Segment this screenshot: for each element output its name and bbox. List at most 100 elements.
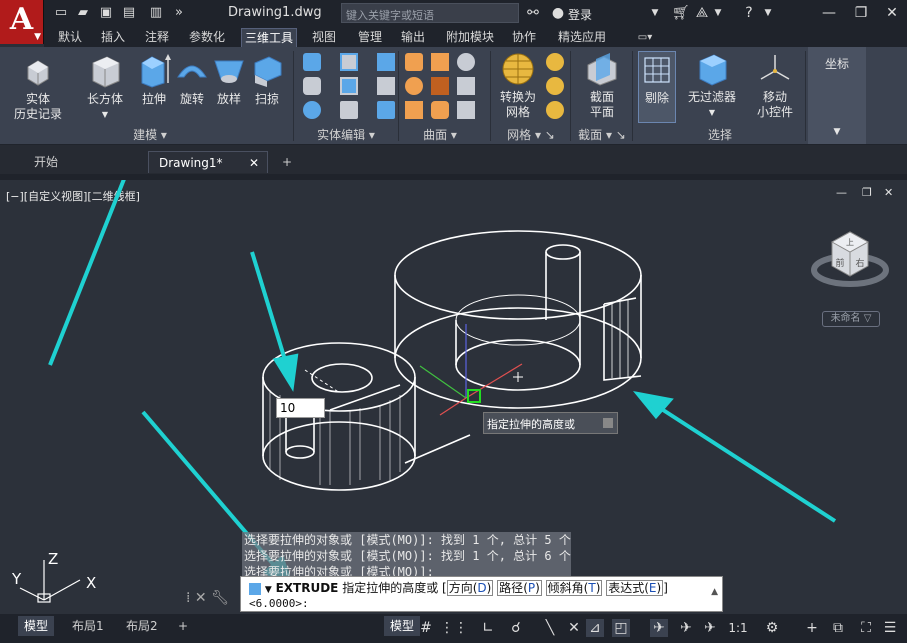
surface-fillet-icon[interactable] xyxy=(431,101,449,119)
open-file-icon[interactable]: ▰ xyxy=(74,5,92,21)
application-menu-button[interactable]: A ▼ xyxy=(0,0,44,44)
3d-osnap-icon[interactable]: ◰ xyxy=(612,619,630,637)
tab-drawing1[interactable]: Drawing1* ✕ xyxy=(148,151,268,173)
add-layout-button[interactable]: + xyxy=(172,616,194,636)
tab-annotate[interactable]: 注释 xyxy=(143,28,171,47)
surface-loft-icon[interactable] xyxy=(431,53,449,71)
mesh-smooth-more-icon[interactable] xyxy=(546,53,564,71)
grid-icon[interactable]: # xyxy=(418,619,434,637)
ribbon-toggle-icon[interactable]: ▭▾ xyxy=(632,28,658,47)
section-panel-title[interactable]: 截面 ▾ ↘ xyxy=(574,127,630,143)
login-dropdown-icon[interactable]: ▼ xyxy=(650,4,660,22)
command-input[interactable]: <6.0000>: xyxy=(249,597,309,610)
no-filter-button[interactable]: 无过滤器 ▼ xyxy=(684,51,740,120)
tab-parametric[interactable]: 参数化 xyxy=(186,28,228,47)
loft-button[interactable]: 放样 xyxy=(209,53,249,107)
surface-blend-icon[interactable] xyxy=(405,77,423,95)
tab-start[interactable]: 开始 xyxy=(24,151,124,173)
object-snap-tracking-icon[interactable]: ✕ xyxy=(566,619,582,637)
polar-icon[interactable]: ☌ xyxy=(508,619,524,637)
close-tab-icon[interactable]: ✕ xyxy=(249,152,259,174)
ortho-icon[interactable]: ∟ xyxy=(480,619,496,637)
help-dropdown-icon[interactable]: ▼ xyxy=(763,4,773,22)
coordinates-expand-icon[interactable]: ▼ xyxy=(808,127,866,137)
modeling-panel-title[interactable]: 建模 ▾ xyxy=(120,127,180,143)
annotation-visibility-icon[interactable]: ✈︎ xyxy=(650,619,668,637)
auto-scale-icon[interactable]: ✈︎ xyxy=(678,619,694,637)
tab-collaborate[interactable]: 协作 xyxy=(510,28,538,47)
new-tab-button[interactable]: + xyxy=(276,151,300,173)
mesh-refine-icon[interactable] xyxy=(546,101,564,119)
command-line[interactable]: ▼ EXTRUDE 指定拉伸的高度或 [方向(D) 路径(P) 倾斜角(T) 表… xyxy=(240,576,723,612)
search-input[interactable]: 键入关键字或短语 xyxy=(341,3,519,23)
isodraft-icon[interactable]: ╲ xyxy=(542,619,558,637)
slice-icon[interactable] xyxy=(340,77,358,95)
tab-3d-tools[interactable]: 三维工具 xyxy=(241,28,297,47)
surface-extend-icon[interactable] xyxy=(457,77,475,95)
cart-icon[interactable]: 🛒︎ xyxy=(672,4,690,22)
save-as-icon[interactable]: ▤ xyxy=(120,5,138,21)
extrude-button[interactable]: 拉伸 xyxy=(134,53,174,107)
thicken-icon[interactable] xyxy=(377,77,395,95)
annotation-scale-icon[interactable]: ✈︎ xyxy=(702,619,718,637)
save-icon[interactable]: ▣ xyxy=(97,5,115,21)
dynamic-input-field[interactable]: 10 xyxy=(276,398,325,418)
tab-manage[interactable]: 管理 xyxy=(356,28,384,47)
tab-layout2[interactable]: 布局2 xyxy=(120,616,164,636)
subtract-icon[interactable] xyxy=(340,53,358,71)
fullscreen-icon[interactable]: ⛶ xyxy=(858,619,874,637)
model-space-button[interactable]: 模型 xyxy=(384,616,421,636)
customize-menu-icon[interactable]: ☰ xyxy=(882,619,898,637)
option-expression[interactable]: 表达式(E) xyxy=(606,580,664,596)
mesh-panel-title[interactable]: 网格 ▾ ↘ xyxy=(496,127,566,143)
sweep-button[interactable]: 扫掠 xyxy=(247,53,287,107)
tab-layout1[interactable]: 布局1 xyxy=(66,616,110,636)
login-link[interactable]: 登录 xyxy=(568,6,592,23)
option-direction[interactable]: 方向(D) xyxy=(446,580,494,596)
tab-featured-apps[interactable]: 精选应用 xyxy=(554,28,610,47)
user-icon[interactable]: ● xyxy=(550,4,566,22)
close-button[interactable]: ✕ xyxy=(881,3,903,23)
drawing-viewport[interactable]: [−][自定义视图][二维线框] — ❐ ✕ 上 前 右 Z X Y 未命名 ▽… xyxy=(0,174,907,614)
imprint-icon[interactable] xyxy=(340,101,358,119)
option-taper-angle[interactable]: 倾斜角(T) xyxy=(545,580,603,596)
command-line-grip[interactable]: ⁞ ✕ 🔧︎ xyxy=(186,590,229,606)
tab-default[interactable]: 默认 xyxy=(56,28,84,47)
surface-trim-icon[interactable] xyxy=(457,53,475,71)
option-path[interactable]: 路径(P) xyxy=(497,580,542,596)
tab-view[interactable]: 视图 xyxy=(310,28,338,47)
new-file-icon[interactable]: ▭ xyxy=(52,5,70,21)
help-icon[interactable]: ? xyxy=(740,4,758,22)
more-tools-icon[interactable]: » xyxy=(170,5,188,21)
tab-insert[interactable]: 插入 xyxy=(99,28,127,47)
surface-network-icon[interactable] xyxy=(405,53,423,71)
tab-output[interactable]: 输出 xyxy=(399,28,427,47)
snap-icon[interactable]: ⋮⋮ xyxy=(440,619,468,637)
viewcube-named-view-menu[interactable]: 未命名 ▽ xyxy=(822,311,880,327)
a360-icon[interactable]: ⟁ xyxy=(694,4,710,22)
restore-button[interactable]: ❐ xyxy=(850,3,872,23)
surface-patch-icon[interactable] xyxy=(431,77,449,95)
command-history-toggle-icon[interactable]: ▲ xyxy=(711,587,718,597)
plot-icon[interactable]: ▥ xyxy=(147,5,165,21)
workspace-gear-icon[interactable]: ⚙ xyxy=(764,619,780,637)
interfere-icon[interactable] xyxy=(303,77,321,95)
tab-model[interactable]: 模型 xyxy=(18,616,55,636)
union-icon[interactable] xyxy=(303,53,321,71)
scale-selector[interactable]: 1:1 xyxy=(724,619,752,637)
tab-addins[interactable]: 附加模块 xyxy=(444,28,496,47)
cull-button[interactable]: 剔除 xyxy=(638,51,676,123)
surface-offset-icon[interactable] xyxy=(405,101,423,119)
box-button[interactable]: 长方体 ▼ xyxy=(84,53,126,122)
isolate-objects-icon[interactable]: ⧉ xyxy=(830,619,846,637)
surface-sculpt-icon[interactable] xyxy=(457,101,475,119)
move-gizmo-button[interactable]: 移动 小控件 xyxy=(748,51,802,120)
command-dropdown-icon[interactable]: ▼ xyxy=(265,585,272,595)
a360-dropdown-icon[interactable]: ▼ xyxy=(713,4,723,22)
extract-edges-icon[interactable] xyxy=(303,101,321,119)
solid-edit-panel-title[interactable]: 实体编辑 ▾ xyxy=(305,127,387,143)
section-plane-button[interactable]: 截面 平面 xyxy=(580,51,624,120)
convert-to-mesh-button[interactable]: 转换为 网格 xyxy=(494,51,542,120)
mesh-smooth-less-icon[interactable] xyxy=(546,77,564,95)
binoculars-icon[interactable]: ⚯ xyxy=(524,4,542,22)
